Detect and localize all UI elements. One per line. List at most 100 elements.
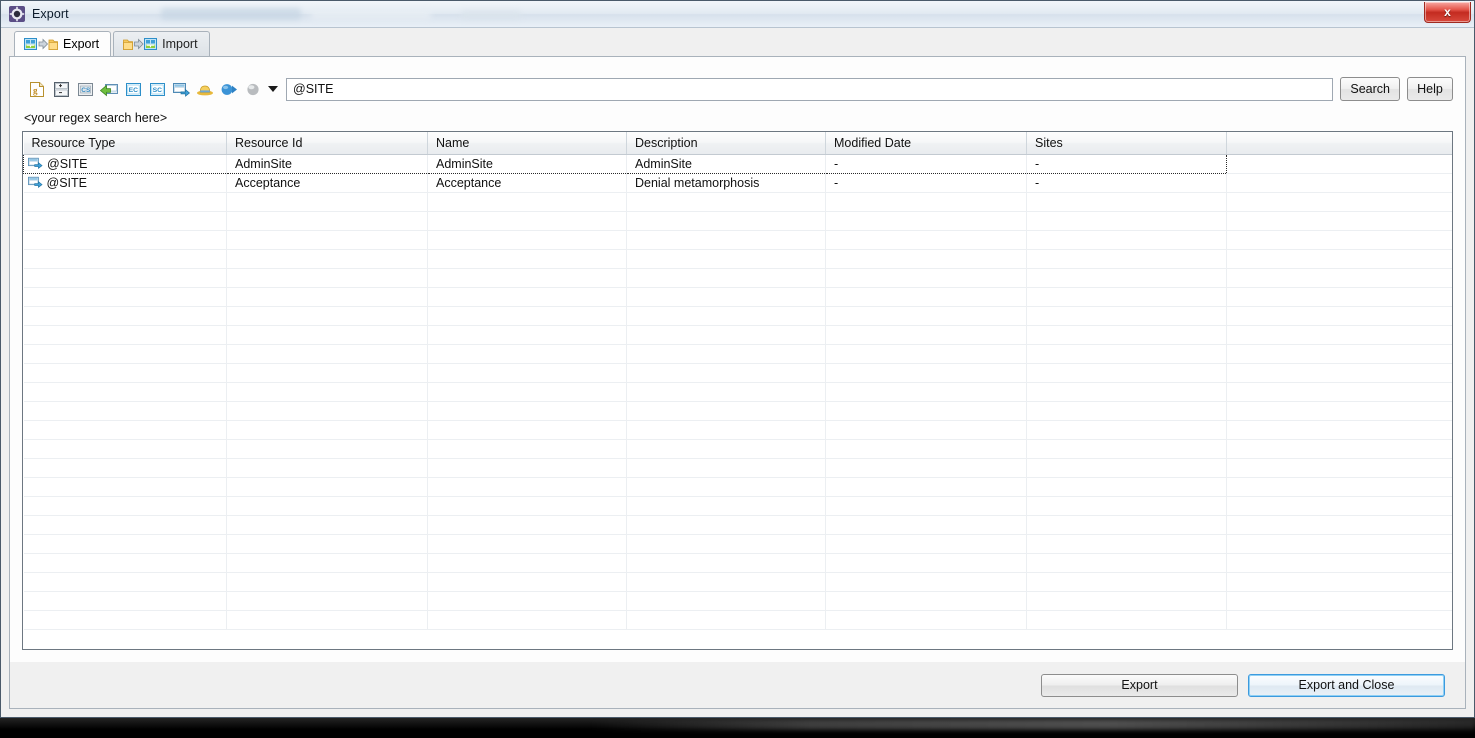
table-empty-row[interactable] (23, 515, 1452, 535)
table-empty-row[interactable] (23, 249, 1452, 269)
empty-cell (23, 306, 227, 326)
table-empty-row[interactable] (23, 401, 1452, 421)
empty-cell (427, 572, 627, 592)
empty-cell (23, 496, 227, 516)
empty-cell (626, 610, 826, 630)
column-header-spare[interactable] (1226, 132, 1452, 155)
cell-resource-type: @SITE (23, 153, 227, 174)
table-empty-row[interactable] (23, 420, 1452, 440)
table-empty-row[interactable] (23, 534, 1452, 554)
empty-cell (226, 249, 428, 269)
empty-cell (825, 591, 1027, 611)
empty-cell (226, 553, 428, 573)
empty-cell (23, 401, 227, 421)
empty-cell (226, 344, 428, 364)
table-empty-row[interactable] (23, 477, 1452, 497)
table-empty-row[interactable] (23, 306, 1452, 326)
help-button[interactable]: Help (1407, 77, 1453, 101)
export-button[interactable]: Export (1041, 673, 1238, 697)
search-button[interactable]: Search (1340, 77, 1400, 101)
empty-cell (1226, 268, 1452, 288)
empty-cell (226, 363, 428, 383)
calculator-icon[interactable] (52, 80, 70, 98)
empty-cell (23, 249, 227, 269)
yellow-hat-icon[interactable] (196, 80, 214, 98)
column-header-sites[interactable]: Sites (1026, 132, 1227, 155)
table-header-row: Resource Type Resource Id Name Description M… (23, 132, 1452, 155)
table-empty-row[interactable] (23, 344, 1452, 364)
empty-cell (626, 553, 826, 573)
empty-cell (226, 401, 428, 421)
column-header-description[interactable]: Description (626, 132, 826, 155)
empty-cell (23, 325, 227, 345)
column-header-modified_date[interactable]: Modified Date (825, 132, 1027, 155)
table-empty-row[interactable] (23, 572, 1452, 592)
empty-cell (427, 363, 627, 383)
empty-cell (825, 496, 1027, 516)
empty-cell (427, 591, 627, 611)
empty-cell (427, 439, 627, 459)
table-empty-row[interactable] (23, 325, 1452, 345)
cell-spare (1226, 154, 1452, 174)
search-input[interactable] (286, 77, 1334, 101)
table-row[interactable]: @SITE AdminSite AdminSite AdminSite - - (23, 153, 1452, 174)
table-empty-row[interactable] (23, 496, 1452, 516)
column-header-name[interactable]: Name (427, 132, 627, 155)
table-empty-row[interactable] (23, 610, 1452, 630)
window-title: Export (32, 7, 69, 21)
empty-cell (825, 306, 1027, 326)
table-empty-row[interactable] (23, 382, 1452, 402)
empty-cell (23, 192, 227, 212)
regex-hint-text: <your regex search here> (24, 111, 168, 125)
chevron-down-icon[interactable] (268, 86, 278, 92)
table-empty-row[interactable] (23, 458, 1452, 478)
column-header-resource_type[interactable]: Resource Type (23, 132, 227, 155)
table-empty-row[interactable] (23, 192, 1452, 212)
table-empty-row[interactable] (23, 591, 1452, 611)
gray-sphere-icon[interactable] (244, 80, 262, 98)
table-empty-row[interactable] (23, 230, 1452, 250)
export-dialog-window: Export x Export Import g CS EC SC @SITE … (0, 0, 1475, 718)
empty-cell (23, 344, 227, 364)
screen-transfer-icon[interactable] (100, 80, 118, 98)
sc-file-icon[interactable]: SC (148, 80, 166, 98)
tab-export[interactable]: Export (14, 31, 112, 56)
export-and-close-button[interactable]: Export and Close (1248, 673, 1445, 697)
empty-cell (1026, 230, 1227, 250)
cs-file-icon[interactable]: CS (76, 80, 94, 98)
title-bar: Export x (1, 1, 1474, 28)
tab-export-label: Export (63, 37, 100, 51)
column-header-resource_id[interactable]: Resource Id (226, 132, 428, 155)
table-empty-row[interactable] (23, 553, 1452, 573)
table-empty-row[interactable] (23, 287, 1452, 307)
table-empty-row[interactable] (23, 268, 1452, 288)
tab-strip: Export Import (1, 28, 1474, 56)
empty-cell (23, 534, 227, 554)
ec-file-icon[interactable]: EC (124, 80, 142, 98)
empty-cell (825, 325, 1027, 345)
empty-cell (626, 572, 826, 592)
table-empty-row[interactable] (23, 211, 1452, 231)
blue-sphere-play-icon[interactable] (220, 80, 238, 98)
close-button[interactable]: x (1424, 2, 1471, 23)
empty-cell (1026, 572, 1227, 592)
empty-cell (825, 268, 1027, 288)
empty-cell (825, 572, 1027, 592)
empty-cell (226, 515, 428, 535)
table-row[interactable]: @SITE Acceptance Acceptance Denial metamorp… (23, 173, 1452, 193)
tab-import-label: Import (162, 37, 198, 51)
empty-cell (626, 363, 826, 383)
empty-cell (427, 477, 627, 497)
gold-document-icon[interactable]: g (28, 80, 46, 98)
empty-cell (825, 363, 1027, 383)
empty-cell (1026, 515, 1227, 535)
empty-cell (1026, 249, 1227, 269)
empty-cell (23, 572, 227, 592)
empty-cell (1026, 382, 1227, 402)
table-empty-row[interactable] (23, 363, 1452, 383)
export-window-icon[interactable] (172, 80, 190, 98)
tab-import[interactable]: Import (113, 31, 210, 56)
svg-text:g: g (33, 85, 38, 95)
svg-text:SC: SC (152, 87, 162, 94)
table-empty-row[interactable] (23, 439, 1452, 459)
